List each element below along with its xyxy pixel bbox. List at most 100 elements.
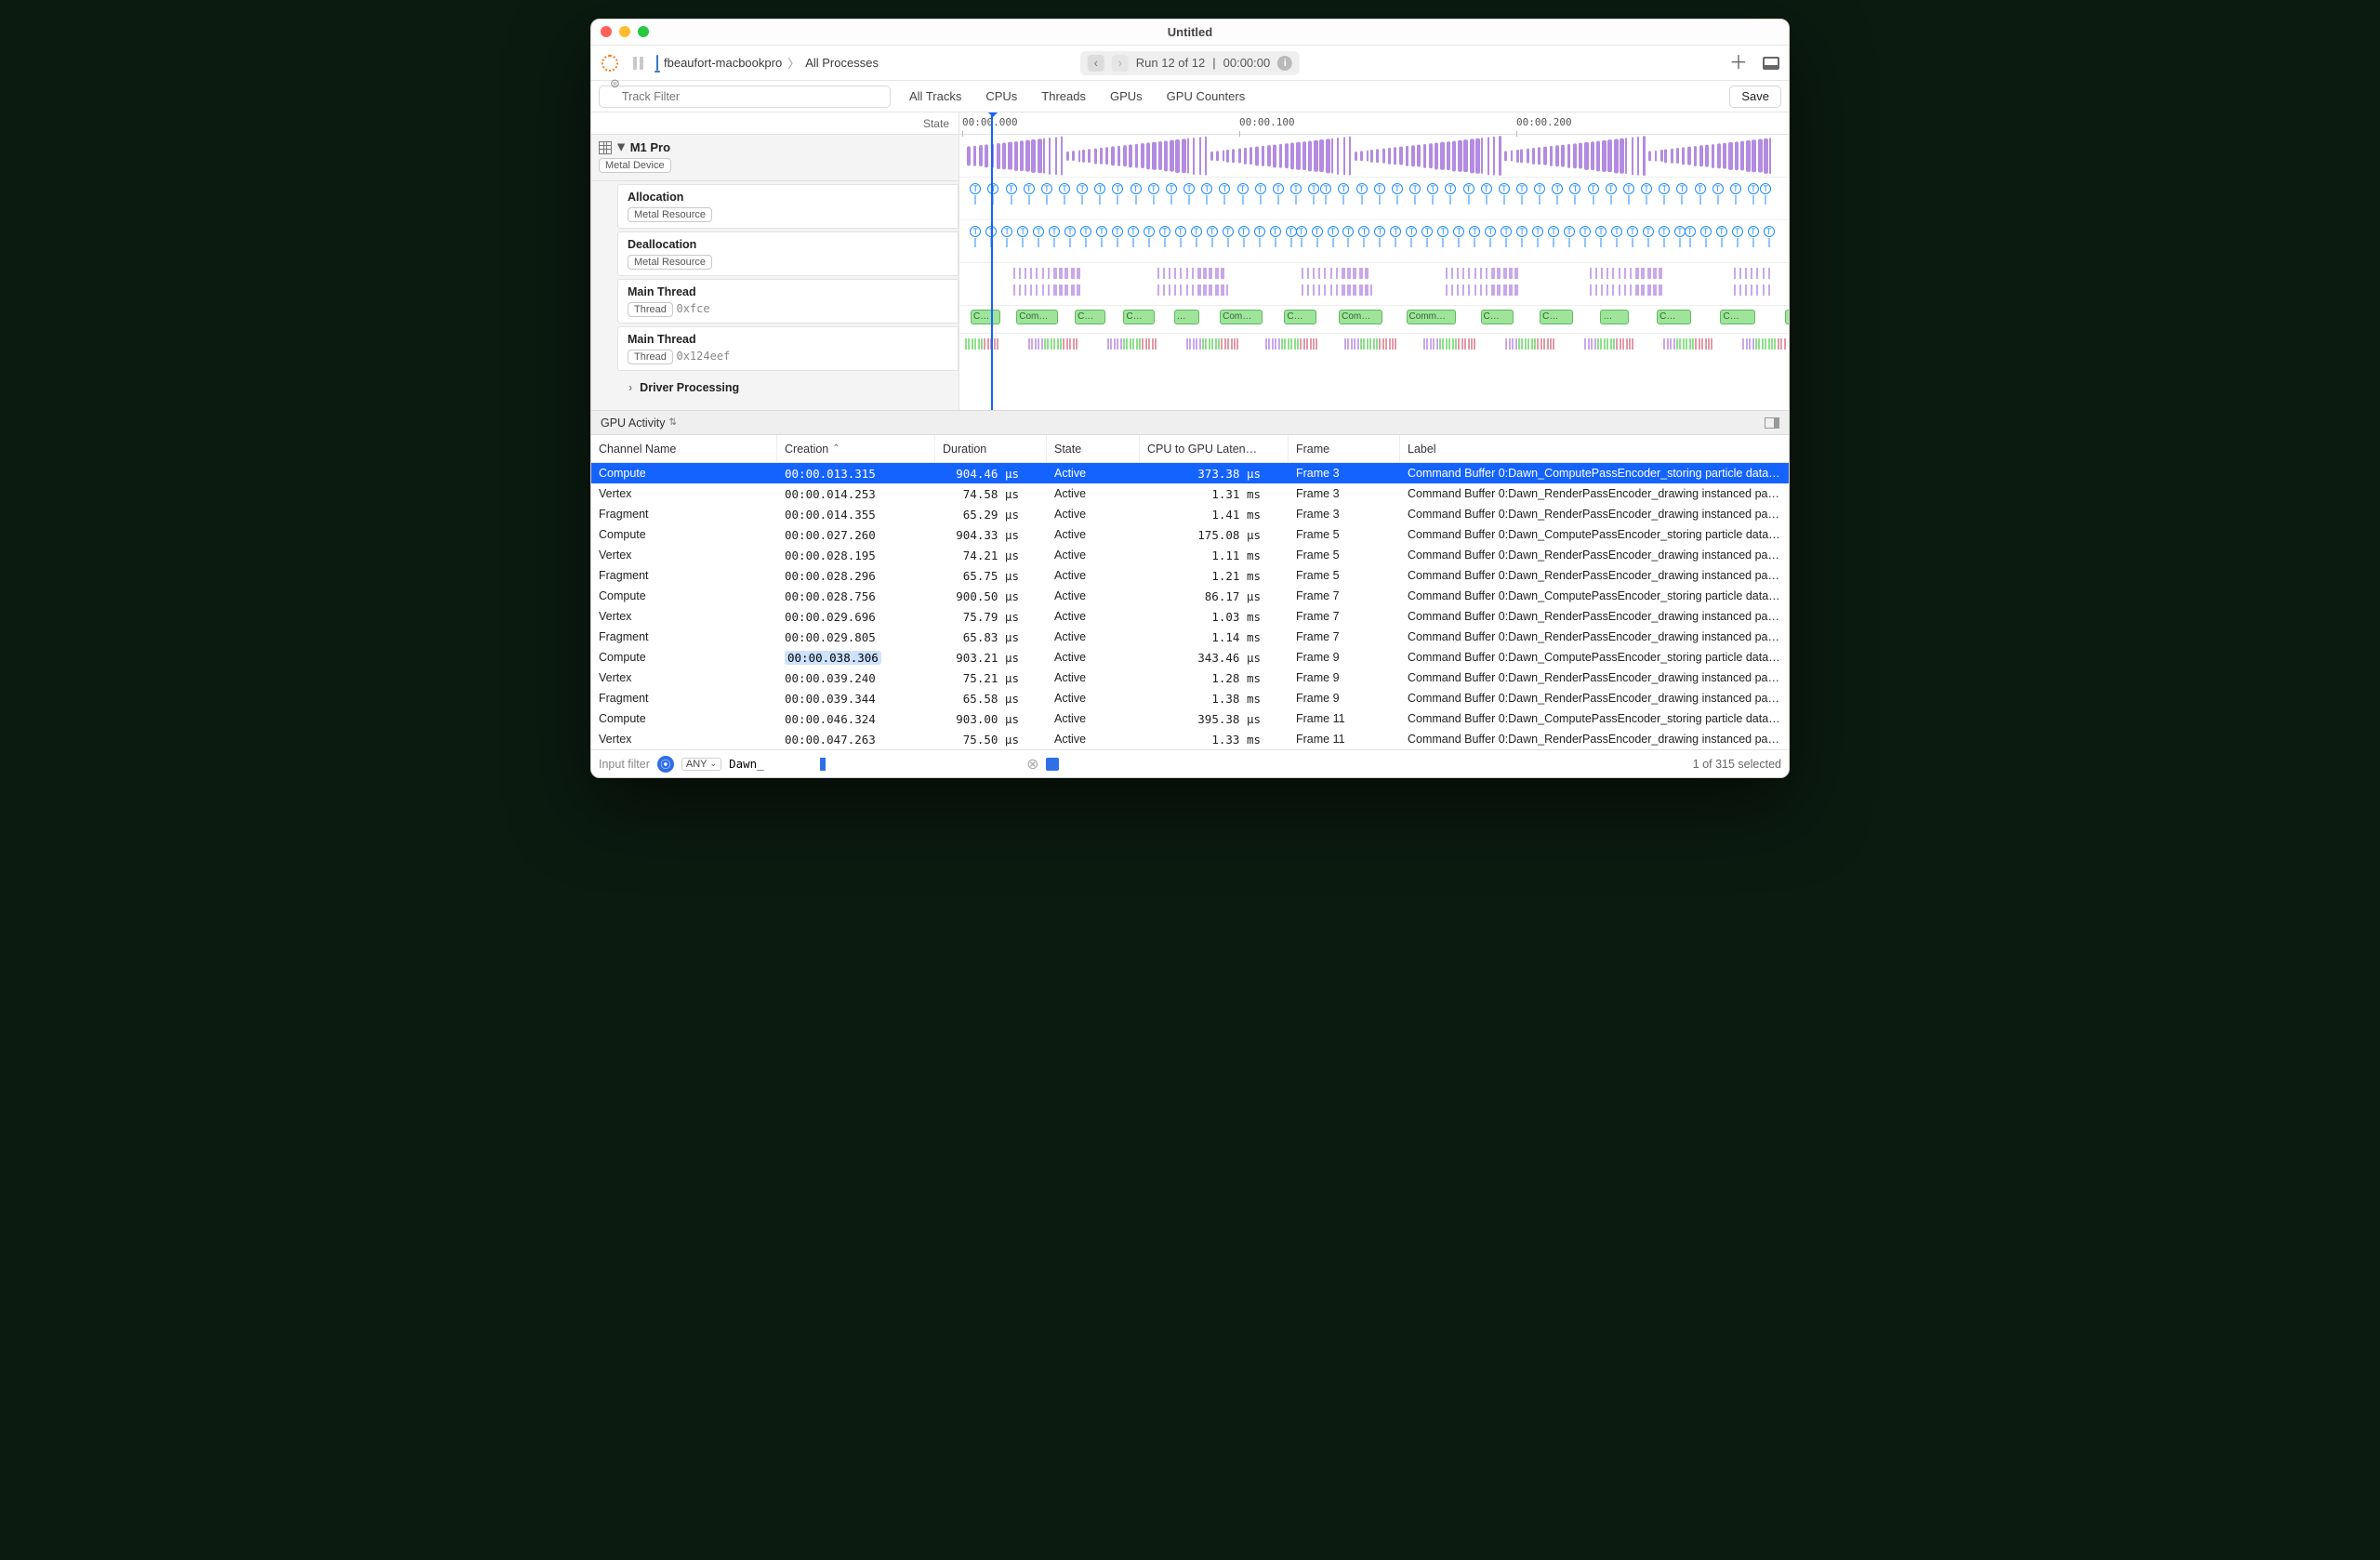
command-buffer-chip[interactable]: C…	[1075, 310, 1105, 324]
command-buffer-chip[interactable]: C…	[1284, 310, 1316, 324]
allocation-marker[interactable]: T	[1516, 183, 1527, 194]
filter-mode[interactable]: ANY ⌄	[681, 758, 721, 771]
deallocation-marker[interactable]: T	[1532, 226, 1543, 237]
tab-cpus[interactable]: CPUs	[985, 89, 1017, 103]
deallocation-marker[interactable]: T	[1469, 226, 1480, 237]
info-icon[interactable]: i	[1277, 56, 1292, 71]
table-row[interactable]: Fragment00:00.029.80565.83 µsActive1.14 …	[591, 627, 1789, 647]
allocation-marker[interactable]: T	[1006, 183, 1017, 194]
track-filter-input[interactable]	[599, 86, 891, 108]
allocation-marker[interactable]: T	[1148, 183, 1159, 194]
table-row[interactable]: Compute00:00.046.324903.00 µsActive395.3…	[591, 708, 1789, 729]
deallocation-marker[interactable]: T	[1144, 226, 1155, 237]
deallocation-marker[interactable]: T	[1001, 226, 1012, 237]
deallocation-marker[interactable]: T	[1374, 226, 1385, 237]
deallocation-marker[interactable]: T	[1421, 226, 1433, 237]
deallocation-marker[interactable]: T	[1700, 226, 1712, 237]
command-buffer-chip[interactable]: C…	[1657, 310, 1691, 324]
pause-button[interactable]	[628, 54, 647, 73]
deallocation-marker[interactable]: T	[1516, 226, 1527, 237]
minimize-icon[interactable]	[619, 26, 630, 37]
column-header-duration[interactable]: Duration	[935, 435, 1047, 462]
command-buffer-chip[interactable]: C…	[971, 310, 1000, 324]
deallocation-marker[interactable]: T	[1437, 226, 1448, 237]
allocation-marker[interactable]: T	[1481, 183, 1492, 194]
lane-driver[interactable]	[959, 334, 1789, 356]
deallocation-marker[interactable]: T	[1175, 226, 1186, 237]
table-row[interactable]: Compute00:00.038.306903.21 µsActive343.4…	[591, 647, 1789, 668]
deallocation-marker[interactable]: T	[1159, 226, 1170, 237]
allocation-marker[interactable]: T	[1290, 183, 1302, 194]
table-body[interactable]: Compute00:00.013.315904.46 µsActive373.3…	[591, 463, 1789, 749]
allocation-marker[interactable]: T	[1730, 183, 1741, 194]
save-button[interactable]: Save	[1729, 86, 1781, 108]
lane-deallocation[interactable]: TTTTTTTTTTTTTTTTTTTTTTTTTTTTTTTTTTTTTTTT…	[959, 220, 1789, 263]
deallocation-marker[interactable]: T	[1595, 226, 1606, 237]
allocation-marker[interactable]: T	[1409, 183, 1421, 194]
tab-gpus[interactable]: GPUs	[1110, 89, 1143, 103]
run-selector[interactable]: ‹ › Run 12 of 12 | 00:00:00 i	[1080, 51, 1300, 75]
allocation-marker[interactable]: T	[1112, 183, 1123, 194]
command-buffer-chip[interactable]: Comm…	[1407, 310, 1456, 324]
deallocation-marker[interactable]: T	[1659, 226, 1670, 237]
deallocation-marker[interactable]: T	[1485, 226, 1496, 237]
deallocation-marker[interactable]: T	[1732, 226, 1743, 237]
allocation-marker[interactable]: T	[1059, 183, 1070, 194]
allocation-marker[interactable]: T	[1237, 183, 1249, 194]
deallocation-marker[interactable]: T	[1112, 226, 1123, 237]
allocation-marker[interactable]: T	[1356, 183, 1368, 194]
allocation-marker[interactable]: T	[1374, 183, 1385, 194]
command-buffer-chip[interactable]: Com…	[1220, 310, 1263, 324]
deallocation-marker[interactable]: T	[1270, 226, 1281, 237]
track-main-thread-3[interactable]: Main ThreadThread 0x124eef	[617, 326, 959, 371]
table-row[interactable]: Vertex00:00.029.69675.79 µsActive1.03 ms…	[591, 606, 1789, 627]
column-header-state[interactable]: State	[1047, 435, 1140, 462]
table-row[interactable]: Vertex00:00.047.26375.50 µsActive1.33 ms…	[591, 729, 1789, 749]
allocation-marker[interactable]: T	[1255, 183, 1266, 194]
allocation-marker[interactable]: T	[1308, 183, 1319, 194]
allocation-marker[interactable]: T	[1760, 183, 1771, 194]
allocation-marker[interactable]: T	[1338, 183, 1349, 194]
allocation-marker[interactable]: T	[1569, 183, 1580, 194]
lane-allocation[interactable]: TTTTTTTTTTTTTTTTTTTTTTTTTTTTTTTTTTTTTTTT…	[959, 178, 1789, 220]
deallocation-marker[interactable]: T	[1049, 226, 1060, 237]
deallocation-marker[interactable]: T	[1611, 226, 1622, 237]
allocation-marker[interactable]: T	[1641, 183, 1652, 194]
deallocation-marker[interactable]: T	[1286, 226, 1297, 237]
allocation-marker[interactable]: T	[1201, 183, 1212, 194]
table-row[interactable]: Vertex00:00.039.24075.21 µsActive1.28 ms…	[591, 668, 1789, 688]
deallocation-marker[interactable]: T	[1328, 226, 1339, 237]
add-button[interactable]: ＋	[1729, 54, 1748, 73]
zoom-icon[interactable]	[638, 26, 649, 37]
allocation-marker[interactable]: T	[1499, 183, 1510, 194]
table-row[interactable]: Compute00:00.013.315904.46 µsActive373.3…	[591, 463, 1789, 483]
allocation-marker[interactable]: T	[1748, 183, 1759, 194]
deallocation-marker[interactable]: T	[1238, 226, 1250, 237]
inspector-toggle-icon[interactable]	[1765, 417, 1779, 429]
deallocation-marker[interactable]: T	[1453, 226, 1464, 237]
table-row[interactable]: Compute00:00.028.756900.50 µsActive86.17…	[591, 586, 1789, 606]
deallocation-marker[interactable]: T	[1716, 226, 1727, 237]
lane-device-state[interactable]	[959, 135, 1789, 178]
lane-main-thread-2[interactable]: C…Com…C…C……Com…C…Com…Comm…C…C……C…C…C…C…C…	[959, 306, 1789, 334]
command-buffer-chip[interactable]: C…	[1481, 310, 1514, 324]
deallocation-marker[interactable]: T	[1685, 226, 1696, 237]
record-button[interactable]	[601, 54, 619, 73]
column-header-cpu-to-gpu-laten-[interactable]: CPU to GPU Laten…	[1140, 435, 1289, 462]
table-row[interactable]: Compute00:00.027.260904.33 µsActive175.0…	[591, 524, 1789, 545]
breadcrumb[interactable]: fbeaufort-macbookpro 〉 All Processes	[656, 54, 879, 72]
deallocation-marker[interactable]: T	[1342, 226, 1354, 237]
playhead[interactable]	[991, 112, 993, 410]
column-header-channel-name[interactable]: Channel Name	[591, 435, 777, 462]
allocation-marker[interactable]: T	[1552, 183, 1563, 194]
deallocation-marker[interactable]: T	[1390, 226, 1401, 237]
deallocation-marker[interactable]: T	[1064, 226, 1076, 237]
command-buffer-chip[interactable]: Com…	[1016, 310, 1058, 324]
filter-input[interactable]	[729, 757, 813, 771]
allocation-marker[interactable]: T	[1183, 183, 1195, 194]
tab-gpu-counters[interactable]: GPU Counters	[1167, 89, 1246, 103]
allocation-marker[interactable]: T	[1606, 183, 1617, 194]
command-buffer-chip[interactable]: Com…	[1339, 310, 1382, 324]
deallocation-marker[interactable]: T	[1580, 226, 1591, 237]
allocation-marker[interactable]: T	[970, 183, 981, 194]
